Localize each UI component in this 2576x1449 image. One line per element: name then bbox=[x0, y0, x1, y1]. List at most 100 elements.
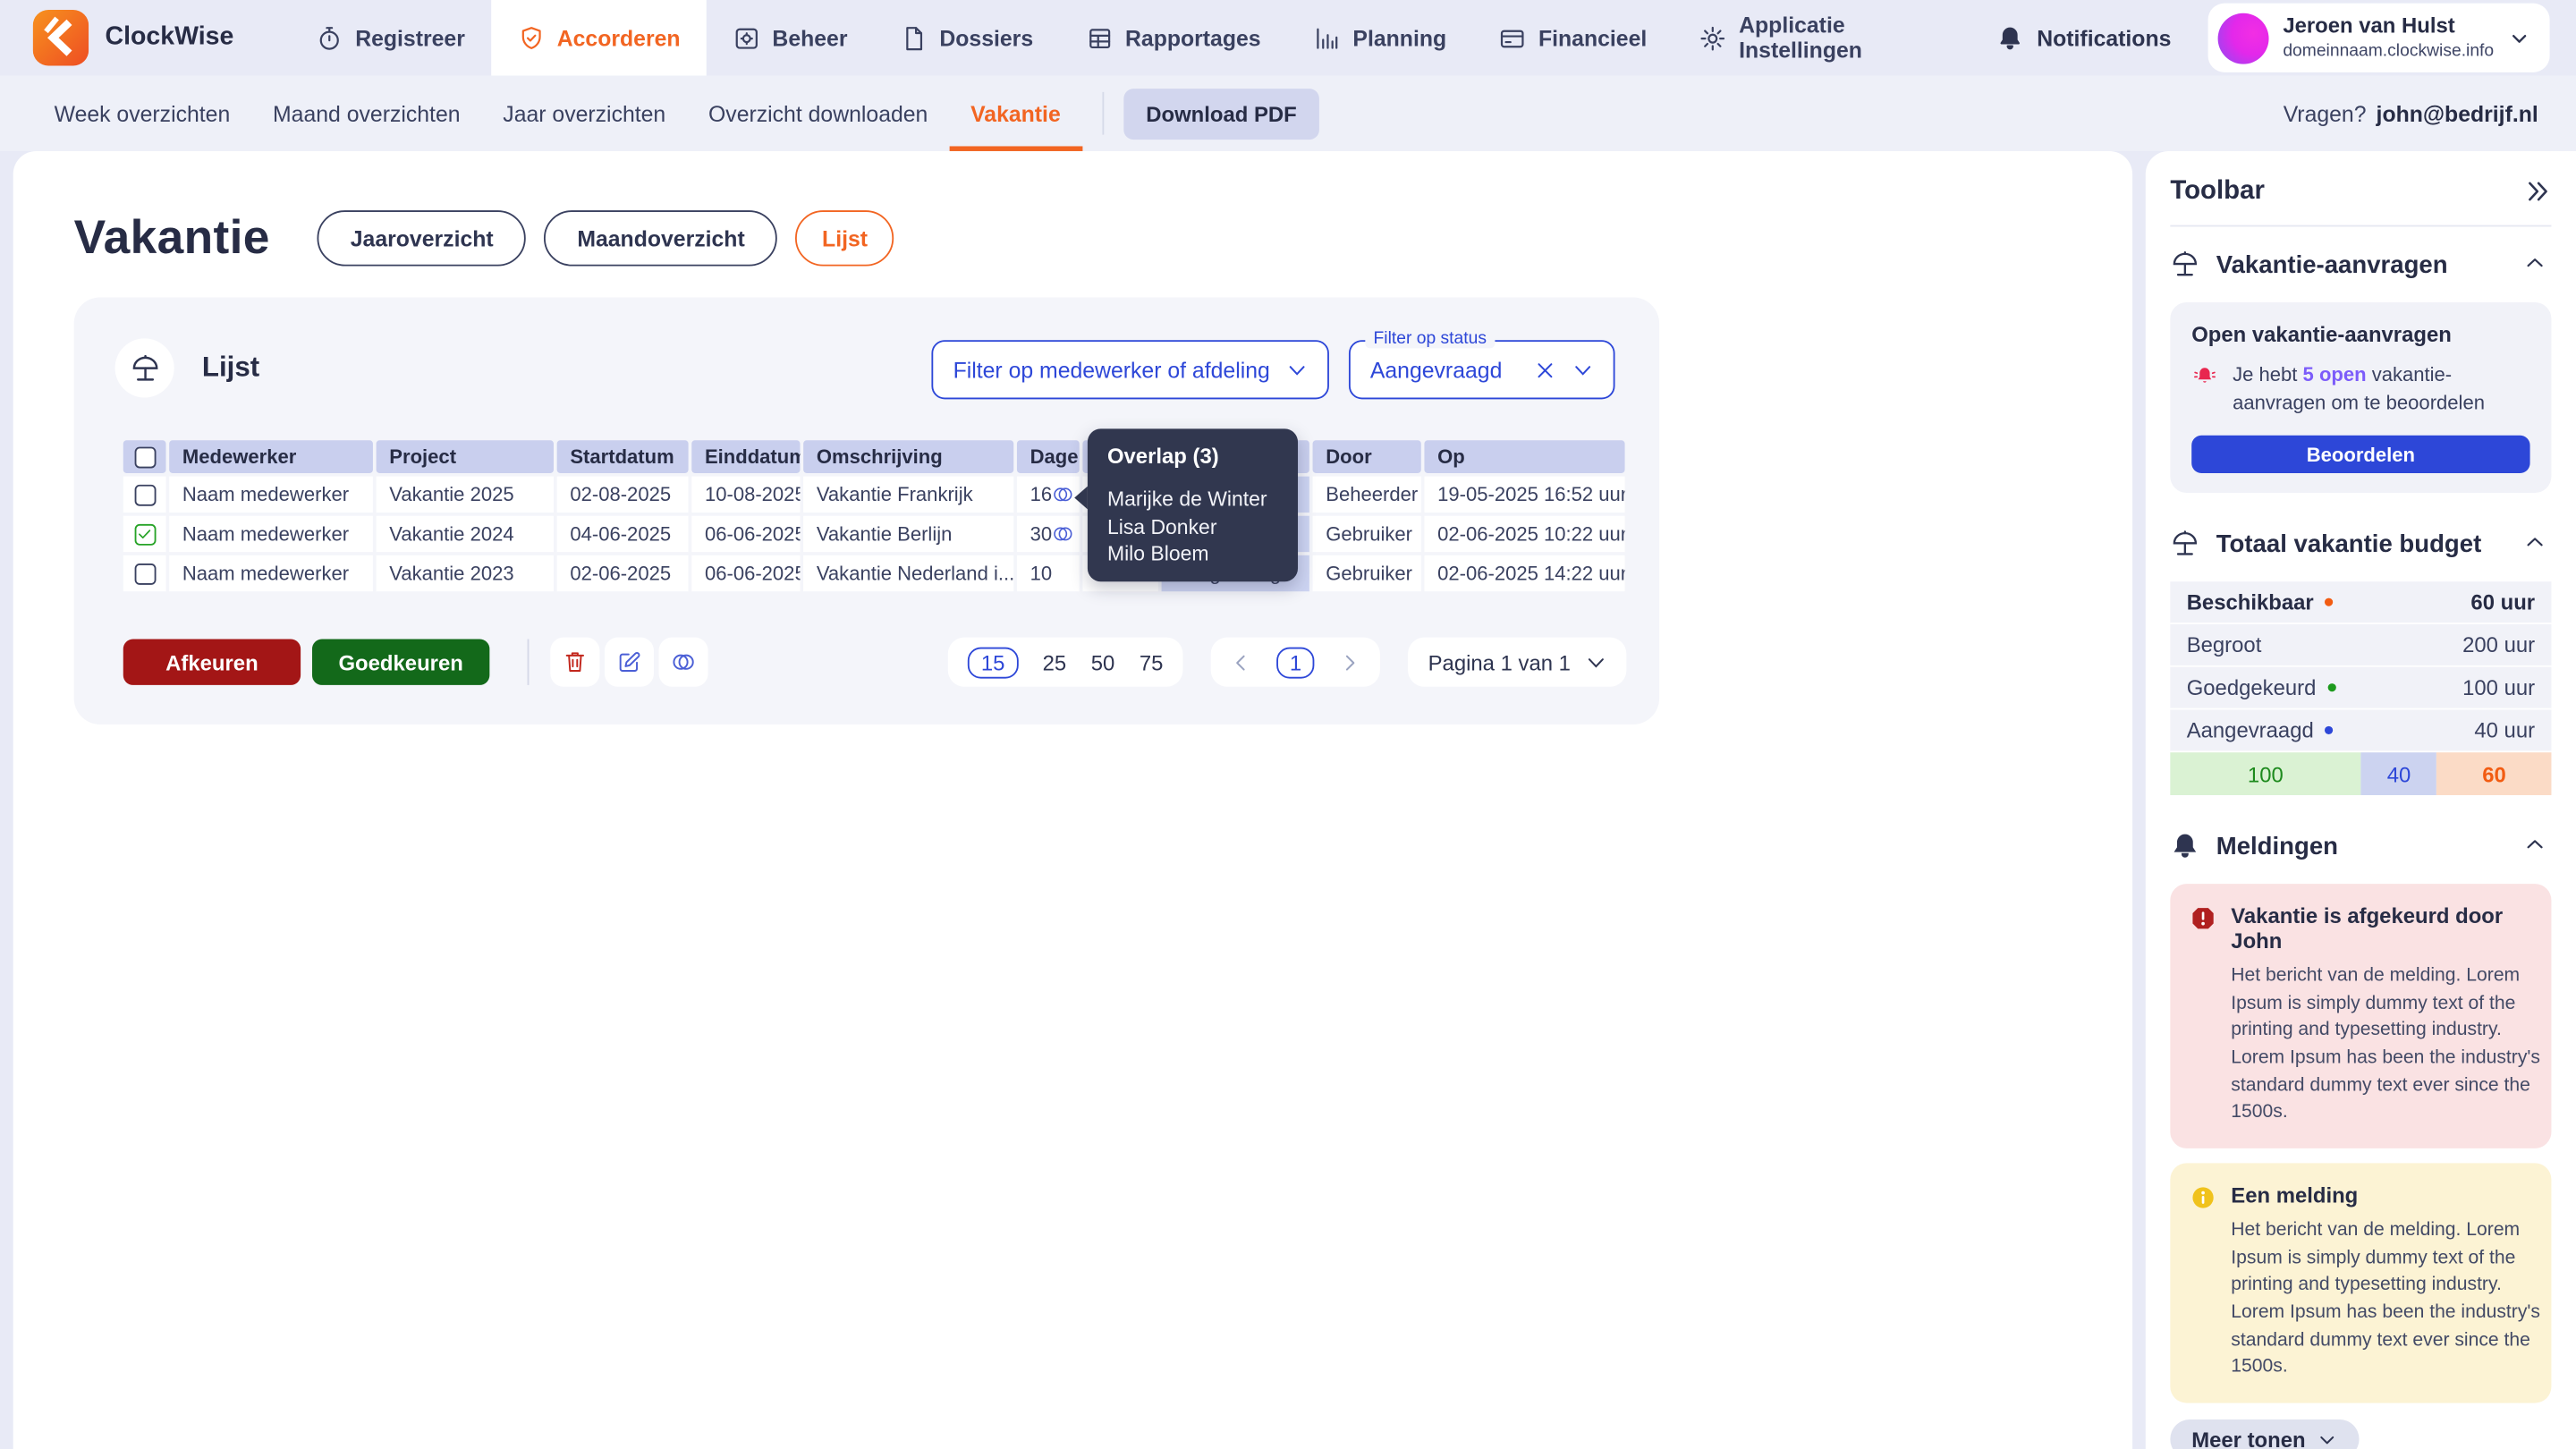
tooltip-name: Marijke de Winter bbox=[1107, 487, 1278, 513]
nav-item-planning[interactable]: Planning bbox=[1287, 0, 1473, 75]
edit-button[interactable] bbox=[605, 638, 654, 687]
nav-item-label: Applicatie Instellingen bbox=[1739, 13, 1970, 63]
budget-row-goedgekeurd: Goedgekeurd100 uur bbox=[2170, 667, 2551, 710]
overlap-button[interactable] bbox=[659, 638, 708, 687]
actions-row: Afkeuren Goedkeuren 15 25 50 75 bbox=[123, 638, 1627, 687]
header-omschrijving[interactable]: Omschrijving bbox=[803, 440, 1013, 473]
filter-status-dropdown[interactable]: Filter op status Aangevraagd bbox=[1349, 340, 1615, 399]
nav-item-registreer[interactable]: Registreer bbox=[290, 0, 492, 75]
cell-dagen: 10 bbox=[1017, 555, 1080, 591]
cell-project: Vakantie 2023 bbox=[377, 555, 554, 591]
cell-omschrijving: Vakantie Berlijn bbox=[803, 516, 1013, 552]
header-dagen[interactable]: Dagen bbox=[1017, 440, 1080, 473]
open-aanvragen-text: Je hebt 5 open vakantie-aanvragen om te … bbox=[2233, 361, 2529, 418]
header-startdatum[interactable]: Startdatum bbox=[557, 440, 689, 473]
blue-dot bbox=[2326, 726, 2334, 734]
view-pill-lijst[interactable]: Lijst bbox=[796, 210, 894, 266]
workspace: Vakantie Jaaroverzicht Maandoverzicht Li… bbox=[0, 151, 2576, 1449]
view-switcher: Jaaroverzicht Maandoverzicht Lijst bbox=[318, 210, 894, 266]
brand[interactable]: ClockWise bbox=[0, 10, 233, 65]
header-einddatum[interactable]: Einddatum bbox=[691, 440, 800, 473]
section-meldingen[interactable]: Meldingen bbox=[2170, 809, 2551, 884]
next-page-icon[interactable] bbox=[1339, 651, 1360, 673]
row-checkbox[interactable] bbox=[134, 484, 156, 505]
chevron-down-icon bbox=[1585, 651, 1606, 673]
user-meta: Jeroen van Hulst domeinnaam.clockwise.in… bbox=[2283, 13, 2494, 62]
chevron-up-icon[interactable] bbox=[2523, 530, 2551, 557]
section-vakantie-aanvragen[interactable]: Vakantie-aanvragen bbox=[2170, 226, 2551, 301]
table-row[interactable]: Naam medewerker Vakantie 2024 04-06-2025… bbox=[123, 516, 1625, 552]
nav-item-dossiers[interactable]: Dossiers bbox=[874, 0, 1060, 75]
help-area: Vragen? john@bedrijf.nl bbox=[2284, 101, 2576, 126]
vacation-table: Medewerker Project Startdatum Einddatum … bbox=[123, 440, 1625, 591]
tab-vakantie[interactable]: Vakantie bbox=[949, 75, 1081, 150]
nav-item-applicatie-instellingen[interactable]: Applicatie Instellingen bbox=[1674, 0, 1996, 75]
tooltip-arrow bbox=[1074, 487, 1088, 510]
approve-button[interactable]: Goedkeuren bbox=[312, 639, 489, 684]
prev-page-icon[interactable] bbox=[1231, 651, 1252, 673]
tab-week-overzichten[interactable]: Week overzichten bbox=[33, 75, 251, 150]
reject-button[interactable]: Afkeuren bbox=[123, 639, 301, 684]
nav-item-label: Financieel bbox=[1538, 25, 1647, 50]
tab-label: Vakantie bbox=[970, 101, 1061, 126]
cell-medewerker: Naam medewerker bbox=[169, 516, 373, 552]
page-size-15[interactable]: 15 bbox=[968, 647, 1018, 678]
beach-umbrella-icon bbox=[2170, 530, 2199, 559]
tab-maand-overzichten[interactable]: Maand overzichten bbox=[251, 75, 481, 150]
cell-dagen: 30 bbox=[1017, 516, 1080, 552]
clear-filter-icon[interactable] bbox=[1535, 359, 1556, 380]
section-budget[interactable]: Totaal vakantie budget bbox=[2170, 506, 2551, 581]
table-row[interactable]: Naam medewerker Vakantie 2025 02-08-2025… bbox=[123, 477, 1625, 513]
chevron-up-icon[interactable] bbox=[2523, 250, 2551, 278]
header-medewerker[interactable]: Medewerker bbox=[169, 440, 373, 473]
show-more-button[interactable]: Meer tonen bbox=[2170, 1419, 2360, 1449]
delete-button[interactable] bbox=[550, 638, 599, 687]
tab-label: Overzicht downloaden bbox=[708, 101, 928, 126]
nav-item-financieel[interactable]: Financieel bbox=[1473, 0, 1674, 75]
divider bbox=[528, 639, 530, 684]
page-size-50[interactable]: 50 bbox=[1091, 649, 1115, 674]
alert-bell-icon bbox=[2191, 363, 2217, 389]
tab-overzicht-downloaden[interactable]: Overzicht downloaden bbox=[687, 75, 949, 150]
beoordelen-button[interactable]: Beoordelen bbox=[2191, 436, 2529, 473]
row-checkbox[interactable] bbox=[134, 563, 156, 584]
filter-medewerker-dropdown[interactable]: Filter op medewerker of afdeling bbox=[932, 340, 1329, 399]
row-checkbox[interactable] bbox=[134, 523, 156, 545]
table-icon bbox=[1086, 24, 1114, 52]
cell-startdatum: 02-08-2025 bbox=[557, 477, 689, 513]
help-email[interactable]: john@bedrijf.nl bbox=[2377, 101, 2538, 126]
view-pill-maandoverzicht[interactable]: Maandoverzicht bbox=[545, 210, 778, 266]
chevron-up-icon[interactable] bbox=[2523, 832, 2551, 860]
nav-item-accorderen[interactable]: Accorderen bbox=[491, 0, 707, 75]
collapse-sidebar-icon[interactable] bbox=[2523, 177, 2551, 205]
show-more-label: Meer tonen bbox=[2191, 1427, 2305, 1449]
notification-content: Een melding Het bericht van de melding. … bbox=[2231, 1183, 2556, 1382]
header-project[interactable]: Project bbox=[377, 440, 554, 473]
page-size-75[interactable]: 75 bbox=[1140, 649, 1164, 674]
cell-einddatum: 06-06-2025 bbox=[691, 555, 800, 591]
open-aanvragen-title: Open vakantie-aanvragen bbox=[2191, 322, 2529, 347]
page-indicator-dropdown[interactable]: Pagina 1 van 1 bbox=[1409, 638, 1627, 687]
overlap-icon[interactable] bbox=[1052, 522, 1075, 546]
cell-startdatum: 04-06-2025 bbox=[557, 516, 689, 552]
nav-item-beheer[interactable]: Beheer bbox=[707, 0, 874, 75]
notification-title: Een melding bbox=[2231, 1183, 2556, 1208]
view-pill-jaaroverzicht[interactable]: Jaaroverzicht bbox=[318, 210, 526, 266]
table-row[interactable]: Naam medewerker Vakantie 2023 02-06-2025… bbox=[123, 555, 1625, 591]
overlap-icon[interactable] bbox=[1052, 483, 1075, 506]
nav-item-rapportages[interactable]: Rapportages bbox=[1060, 0, 1287, 75]
filter-status-value: Aangevraagd bbox=[1370, 357, 1518, 382]
select-all-checkbox[interactable] bbox=[134, 446, 156, 468]
user-menu[interactable]: Jeroen van Hulst domeinnaam.clockwise.in… bbox=[2207, 4, 2550, 72]
header-op[interactable]: Op bbox=[1424, 440, 1624, 473]
notification-body: Het bericht van de melding. Lorem Ipsum … bbox=[2231, 1217, 2556, 1382]
download-pdf-button[interactable]: Download PDF bbox=[1123, 88, 1320, 139]
chevron-down-icon bbox=[2509, 27, 2530, 48]
tab-jaar-overzichten[interactable]: Jaar overzichten bbox=[481, 75, 687, 150]
notifications-button[interactable]: Notifications bbox=[1996, 24, 2171, 52]
page-size-25[interactable]: 25 bbox=[1043, 649, 1067, 674]
current-page[interactable]: 1 bbox=[1276, 647, 1315, 678]
section-title: Vakantie-aanvragen bbox=[2216, 250, 2448, 278]
folder-gear-icon bbox=[733, 24, 760, 52]
header-door[interactable]: Door bbox=[1313, 440, 1421, 473]
